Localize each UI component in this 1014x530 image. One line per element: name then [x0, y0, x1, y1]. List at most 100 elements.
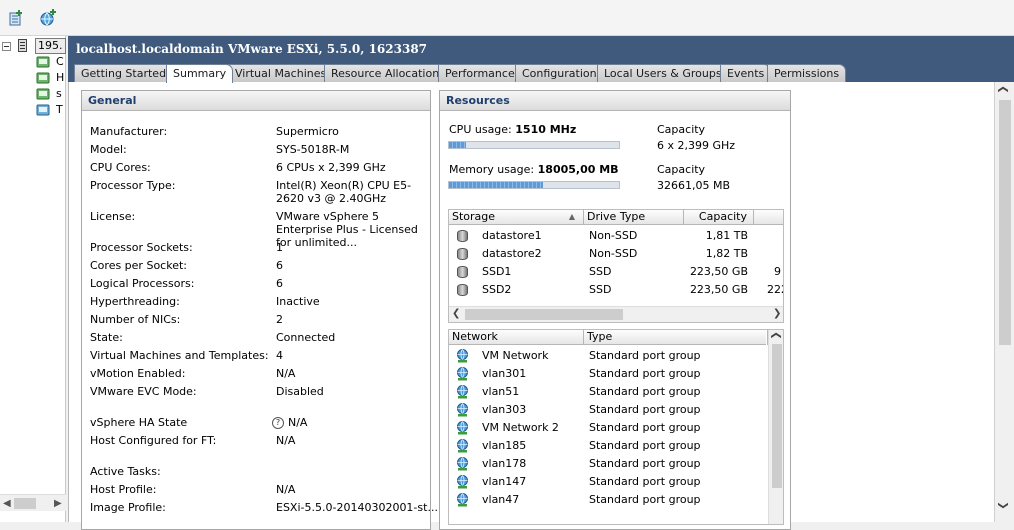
scrollbar-thumb[interactable]: [465, 309, 623, 320]
scrollbar-thumb[interactable]: [772, 344, 782, 488]
resources-panel-title: Resources: [440, 91, 790, 111]
network-icon: [457, 475, 468, 489]
help-icon[interactable]: ?: [272, 417, 284, 429]
tree-vm-node[interactable]: C: [0, 54, 66, 70]
storage-horizontal-scrollbar[interactable]: ❮ ❯: [449, 306, 783, 322]
field-label: Number of NICs:: [90, 313, 181, 326]
table-row[interactable]: vlan301 Standard port group: [449, 365, 768, 383]
vm-icon: [36, 104, 50, 116]
column-header-capacity[interactable]: Capacity: [684, 210, 754, 225]
general-panel-title: General: [82, 91, 430, 111]
scroll-down-icon[interactable]: ❯: [998, 501, 1009, 509]
scroll-left-icon[interactable]: ◀: [3, 496, 11, 511]
memory-usage-label: Memory usage:: [449, 163, 535, 176]
scrollbar-thumb[interactable]: [999, 100, 1011, 345]
storage-drive-type: Non-SSD: [589, 229, 638, 242]
collapse-icon[interactable]: [2, 42, 11, 51]
field-label: State:: [90, 331, 123, 344]
table-row[interactable]: vlan47 Standard port group: [449, 491, 768, 509]
column-header-storage[interactable]: Storage ▲: [449, 210, 584, 225]
field-value: Connected: [276, 331, 336, 344]
table-row[interactable]: vlan303 Standard port group: [449, 401, 768, 419]
tree-vm-node[interactable]: T: [0, 102, 66, 118]
field-label: Processor Sockets:: [90, 241, 193, 254]
datastore-icon: [457, 266, 468, 278]
tab-events[interactable]: Events: [720, 64, 772, 82]
tab-summary[interactable]: Summary: [166, 64, 234, 83]
network-icon: [457, 421, 468, 435]
inventory-tree: 195. C H s T: [0, 36, 66, 522]
tab-getting-started[interactable]: Getting Started: [74, 64, 174, 82]
table-row[interactable]: SSD2 SSD 223,50 GB 222: [449, 281, 783, 299]
storage-drive-type: SSD: [589, 283, 612, 296]
storage-name: SSD1: [482, 265, 512, 278]
add-network-icon[interactable]: [38, 8, 58, 28]
cpu-usage: CPU usage: 1510 MHz: [449, 123, 576, 136]
tab-configuration[interactable]: Configuration: [515, 64, 604, 82]
table-row[interactable]: SSD1 SSD 223,50 GB 9: [449, 263, 783, 281]
network-type: Standard port group: [589, 403, 701, 416]
field-label: Hyperthreading:: [90, 295, 180, 308]
tree-vm-label: s: [56, 87, 62, 100]
toolbar: [0, 0, 1014, 36]
tree-host-node[interactable]: 195.: [0, 38, 66, 54]
column-header-extra[interactable]: [754, 210, 783, 225]
network-vertical-scrollbar[interactable]: ❮: [768, 330, 783, 524]
tab-permissions[interactable]: Permissions: [767, 64, 847, 82]
tree-vm-node[interactable]: H: [0, 70, 66, 86]
scroll-right-icon[interactable]: ❯: [773, 308, 781, 319]
table-row[interactable]: datastore1 Non-SSD 1,81 TB: [449, 227, 783, 245]
field-value: 6: [276, 259, 283, 272]
network-name: vlan301: [482, 367, 527, 380]
network-name: vlan185: [482, 439, 527, 452]
resources-panel: Resources CPU usage: 1510 MHz Capacity 6…: [439, 90, 791, 530]
table-row[interactable]: vlan51 Standard port group: [449, 383, 768, 401]
field-value: Intel(R) Xeon(R) CPU E5-2620 v3 @ 2.40GH…: [276, 179, 412, 205]
tree-horizontal-scrollbar[interactable]: ◀ ▶: [0, 494, 66, 511]
network-type: Standard port group: [589, 367, 701, 380]
scroll-up-icon[interactable]: ❮: [771, 331, 782, 339]
add-host-icon[interactable]: [6, 8, 26, 28]
network-name: VM Network 2: [482, 421, 559, 434]
scrollbar-thumb[interactable]: [14, 498, 36, 509]
datastore-icon: [457, 284, 468, 296]
tree-host-label[interactable]: 195.: [35, 38, 66, 54]
storage-name: datastore2: [482, 247, 542, 260]
table-row[interactable]: vlan185 Standard port group: [449, 437, 768, 455]
column-header-type[interactable]: Type: [584, 330, 768, 345]
column-header-drive-type[interactable]: Drive Type: [584, 210, 684, 225]
network-name: vlan147: [482, 475, 527, 488]
general-panel: General Manufacturer: Supermicro Model: SY…: [81, 90, 438, 530]
network-icon: [457, 349, 468, 363]
network-name: vlan178: [482, 457, 527, 470]
datastore-icon: [457, 230, 468, 242]
table-row[interactable]: VM Network Standard port group: [449, 347, 768, 365]
memory-usage-value: 18005,00 MB: [537, 163, 619, 176]
field-value: Disabled: [276, 385, 324, 398]
tab-local-users-groups[interactable]: Local Users & Groups: [597, 64, 729, 82]
cpu-usage-bar: [448, 141, 620, 149]
table-row[interactable]: VM Network 2 Standard port group: [449, 419, 768, 437]
network-table-header: Network Type: [449, 330, 768, 345]
scroll-up-icon[interactable]: ❮: [998, 85, 1009, 93]
scroll-right-icon[interactable]: ▶: [54, 496, 62, 511]
column-header-network[interactable]: Network: [449, 330, 584, 345]
tree-vm-node[interactable]: s: [0, 86, 66, 102]
field-label: Image Profile:: [90, 501, 166, 514]
tab-virtual-machines[interactable]: Virtual Machines: [228, 64, 334, 82]
storage-capacity: 223,50 GB: [689, 283, 748, 296]
scroll-left-icon[interactable]: ❮: [452, 308, 460, 319]
storage-capacity: 1,82 TB: [705, 247, 748, 260]
tab-resource-allocation[interactable]: Resource Allocation: [324, 64, 447, 82]
network-name: vlan303: [482, 403, 527, 416]
table-row[interactable]: datastore2 Non-SSD 1,82 TB: [449, 245, 783, 263]
field-label: Host Profile:: [90, 483, 157, 496]
main-vertical-scrollbar[interactable]: ❮ ❯: [994, 82, 1014, 522]
tab-performance[interactable]: Performance: [438, 64, 522, 82]
table-row[interactable]: vlan178 Standard port group: [449, 455, 768, 473]
storage-drive-type: SSD: [589, 265, 612, 278]
field-value: 2: [276, 313, 283, 326]
tree-vm-label: H: [56, 71, 65, 84]
field-value: SYS-5018R-M: [276, 143, 350, 156]
table-row[interactable]: vlan147 Standard port group: [449, 473, 768, 491]
